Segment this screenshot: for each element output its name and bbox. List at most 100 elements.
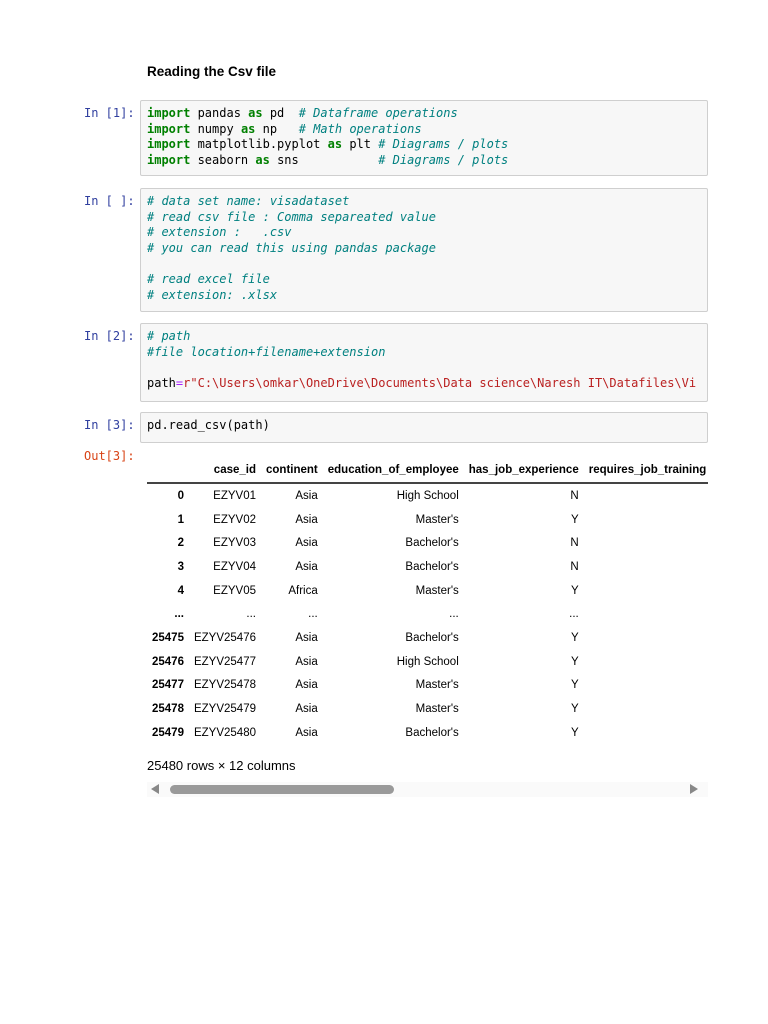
code-token: plt — [342, 137, 379, 152]
table-row: 4 EZYV05 Africa Master's Y — [147, 579, 708, 603]
table-cell: Y — [571, 726, 579, 739]
code-line: # you can read this using pandas package — [147, 241, 701, 257]
code-token: pd — [262, 106, 299, 120]
code-editor[interactable]: # data set name: visadataset # read csv f… — [141, 189, 707, 308]
code-cell-path[interactable]: # path #file location+filename+extension … — [140, 323, 708, 402]
row-index: 25476 — [152, 655, 184, 668]
code-line: # extension : .csv — [147, 225, 701, 241]
code-line: import seaborn as sns # Diagrams / plots — [147, 153, 701, 169]
table-cell: ... — [569, 608, 579, 621]
column-header: case_id — [213, 464, 256, 476]
scroll-left-arrow-icon[interactable] — [151, 784, 159, 794]
table-cell: Master's — [415, 513, 459, 526]
table-cell: Y — [571, 703, 579, 716]
table-cell: N — [570, 560, 579, 573]
table-cell: EZYV04 — [213, 560, 256, 573]
row-index: 25475 — [152, 631, 184, 644]
code-comment: # extension: .xlsx — [147, 287, 278, 302]
table-cell: High School — [396, 489, 459, 502]
output-prompt: Out[3]: — [84, 449, 135, 463]
table-cell: Asia — [295, 703, 318, 716]
code-token: seaborn — [190, 152, 256, 167]
horizontal-scrollbar[interactable] — [147, 782, 708, 797]
table-cell: Asia — [295, 655, 318, 668]
code-comment: # Diagrams / plots — [378, 137, 509, 152]
code-token: matplotlib.pyplot — [190, 137, 328, 152]
code-keyword: as — [255, 152, 270, 167]
table-cell: Asia — [295, 631, 318, 644]
column-header — [147, 458, 189, 483]
code-line: pd.read_csv(path) — [147, 418, 701, 434]
code-line — [147, 256, 701, 272]
table-cell: EZYV05 — [213, 584, 256, 597]
row-index: 3 — [177, 560, 184, 573]
code-token: np — [255, 121, 299, 136]
table-row: 25479 EZYV25480 Asia Bachelor's Y — [147, 721, 708, 745]
table-header-row: case_id continent education_of_employee has… — [147, 458, 708, 483]
table-row: 3 EZYV04 Asia Bachelor's N — [147, 555, 708, 579]
code-cell-comments[interactable]: # data set name: visadataset # read csv f… — [140, 188, 708, 312]
table-row: 2 EZYV03 Asia Bachelor's N — [147, 531, 708, 555]
cell-prompt: In [1]: — [84, 106, 135, 120]
table-cell: Asia — [295, 489, 318, 502]
row-index: 4 — [177, 584, 184, 597]
table-row: ............... — [147, 602, 708, 626]
row-index: 25478 — [152, 703, 184, 716]
dataframe-shape: 25480 rows × 12 columns — [147, 758, 296, 773]
code-editor[interactable]: pd.read_csv(path) — [141, 413, 707, 439]
code-comment: # extension : .csv — [147, 225, 292, 240]
table-cell: Master's — [415, 584, 459, 597]
code-keyword: import — [147, 106, 191, 120]
table-cell: EZYV25477 — [193, 655, 256, 668]
code-line: # extension: .xlsx — [147, 288, 701, 304]
table-cell: Asia — [295, 513, 318, 526]
code-comment: # you can read this using pandas package — [147, 240, 436, 255]
code-token: pd.read_csv(path) — [147, 418, 270, 432]
cell-prompt: In [2]: — [84, 329, 135, 343]
code-token: pandas — [190, 106, 249, 120]
code-line: # read excel file — [147, 272, 701, 288]
dataframe-output: case_id continent education_of_employee has… — [147, 458, 708, 745]
cell-prompt: In [ ]: — [84, 194, 135, 208]
table-cell: Y — [571, 655, 579, 668]
code-line — [147, 360, 701, 376]
table-row: 25477 EZYV25478 Asia Master's Y — [147, 674, 708, 698]
table-cell: Africa — [288, 584, 318, 597]
code-keyword: as — [248, 106, 263, 120]
code-line: # read csv file : Comma separeated value — [147, 210, 701, 226]
dataframe-table: case_id continent education_of_employee has… — [147, 458, 708, 745]
table-cell: ... — [449, 608, 459, 621]
table-cell: Master's — [415, 703, 459, 716]
column-header: requires_job_training — [588, 464, 707, 476]
table-cell: Bachelor's — [405, 726, 459, 739]
row-index: 1 — [177, 513, 184, 526]
scrollbar-thumb[interactable] — [170, 785, 394, 794]
table-cell: Y — [571, 584, 579, 597]
code-cell-read-csv[interactable]: pd.read_csv(path) — [140, 412, 708, 443]
column-header: has_job_experience — [468, 464, 579, 476]
table-row: 25476 EZYV25477 Asia High School Y — [147, 650, 708, 674]
code-line: import numpy as np # Math operations — [147, 122, 701, 138]
code-line: path=r"C:\Users\omkar\OneDrive\Documents… — [147, 376, 701, 392]
code-keyword: import — [147, 121, 191, 136]
table-cell: ... — [308, 608, 318, 621]
table-cell: N — [570, 537, 579, 550]
code-cell-imports[interactable]: import pandas as pd # Dataframe operatio… — [140, 100, 708, 176]
table-row: 1 EZYV02 Asia Master's Y — [147, 508, 708, 532]
table-row: 25478 EZYV25479 Asia Master's Y — [147, 697, 708, 721]
table-cell: EZYV02 — [213, 513, 256, 526]
table-cell: EZYV25480 — [193, 726, 256, 739]
table-cell: EZYV25476 — [193, 631, 256, 644]
row-index: 2 — [177, 537, 184, 550]
code-line: # data set name: visadataset — [147, 194, 701, 210]
table-row: 25475 EZYV25476 Asia Bachelor's Y — [147, 626, 708, 650]
table-cell: Y — [571, 631, 579, 644]
table-cell: Asia — [295, 537, 318, 550]
code-editor[interactable]: import pandas as pd # Dataframe operatio… — [141, 101, 707, 173]
table-cell: EZYV25479 — [193, 703, 256, 716]
scroll-right-arrow-icon[interactable] — [690, 784, 698, 794]
code-token: path — [147, 375, 176, 390]
code-editor[interactable]: # path #file location+filename+extension … — [141, 324, 707, 396]
section-heading: Reading the Csv file — [147, 64, 277, 79]
